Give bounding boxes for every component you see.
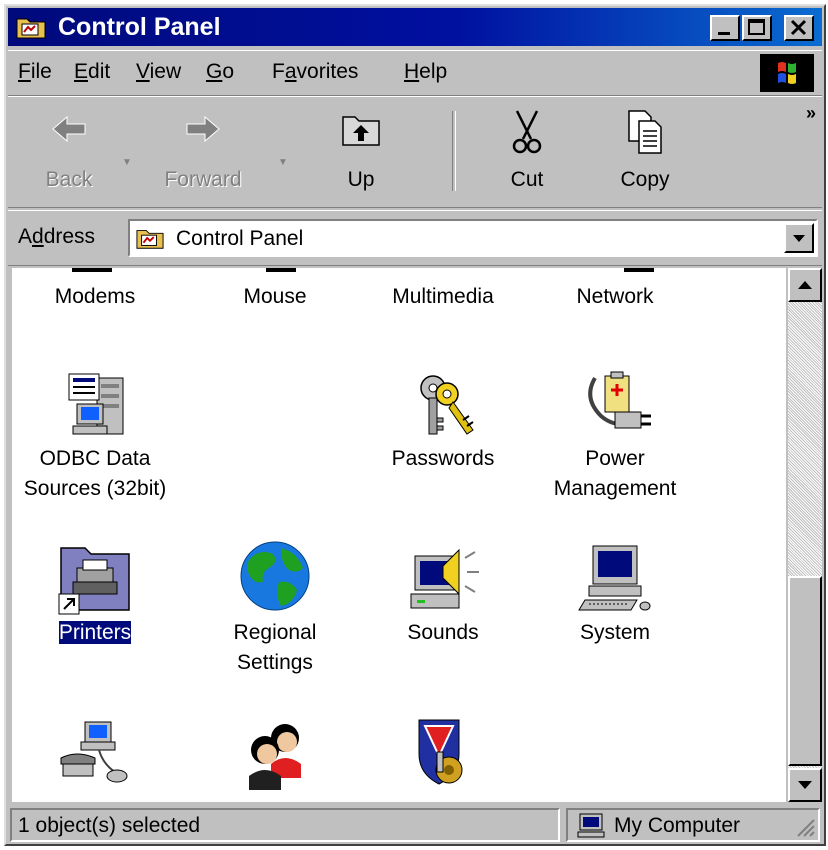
menu-favorites[interactable]: Favorites xyxy=(272,58,358,86)
odbc-icon xyxy=(55,364,135,444)
item-printers[interactable]: Printers xyxy=(20,538,170,648)
maximize-button[interactable] xyxy=(742,15,772,41)
my-computer-icon xyxy=(577,813,605,838)
menu-bar: File Edit View Go Favorites Help xyxy=(8,50,822,96)
chevron-down-icon xyxy=(798,781,812,789)
item-mouse[interactable]: Mouse xyxy=(200,282,350,312)
icon-fragment xyxy=(266,268,296,272)
status-zone: My Computer xyxy=(566,808,820,842)
minimize-button[interactable] xyxy=(710,15,740,41)
icon-view: Modems Mouse Multimedia Network ODBC Dat… xyxy=(12,268,786,802)
resize-grip-icon[interactable] xyxy=(794,816,816,838)
item-odbc[interactable]: ODBC Data Sources (32bit) xyxy=(20,364,170,504)
toolbar-more-chevron[interactable]: » xyxy=(806,103,816,124)
address-label: Address xyxy=(18,225,96,248)
close-icon xyxy=(790,19,807,36)
back-arrow-icon xyxy=(52,115,86,143)
shield-icon xyxy=(403,714,483,794)
copy-icon xyxy=(628,110,662,154)
back-button[interactable]: Back xyxy=(24,105,114,197)
copy-button[interactable]: Copy xyxy=(600,105,690,197)
standard-toolbar: Back ▼ Forward ▼ Up Cut Copy » xyxy=(8,96,822,208)
item-modems[interactable]: Modems xyxy=(20,282,170,312)
status-bar: 1 object(s) selected My Computer xyxy=(8,808,822,844)
selected-label: Printers xyxy=(57,620,133,645)
telephony-icon xyxy=(55,714,135,794)
menu-view[interactable]: View xyxy=(136,58,181,86)
menu-go[interactable]: Go xyxy=(206,58,234,86)
item-power-management[interactable]: Power Management xyxy=(540,364,690,504)
status-selection: 1 object(s) selected xyxy=(10,808,560,842)
vertical-scrollbar[interactable] xyxy=(788,268,822,802)
windows-logo-throbber xyxy=(760,54,814,92)
users-icon xyxy=(235,714,315,794)
keys-icon xyxy=(403,364,483,444)
control-panel-window: Control Panel File Edit View Go Favorite… xyxy=(4,4,826,846)
item-telephony[interactable] xyxy=(20,714,170,794)
icon-fragment xyxy=(72,268,112,272)
close-button[interactable] xyxy=(784,15,814,41)
forward-button[interactable]: Forward xyxy=(158,105,248,197)
control-panel-icon xyxy=(136,230,164,249)
address-input[interactable]: Control Panel xyxy=(128,219,818,257)
scissors-icon xyxy=(512,110,542,154)
scroll-down-button[interactable] xyxy=(788,768,822,802)
up-folder-icon xyxy=(342,116,380,146)
item-regional-settings[interactable]: Regional Settings xyxy=(200,538,350,678)
globe-icon xyxy=(235,538,315,618)
item-passwords[interactable]: Passwords xyxy=(368,364,518,474)
menu-edit[interactable]: Edit xyxy=(74,58,110,86)
address-dropdown-button[interactable] xyxy=(784,223,814,253)
chevron-up-icon xyxy=(798,281,812,289)
computer-icon xyxy=(575,538,655,618)
forward-dropdown[interactable]: ▼ xyxy=(278,157,288,168)
minimize-icon xyxy=(718,32,730,35)
back-dropdown[interactable]: ▼ xyxy=(122,157,132,168)
menu-help[interactable]: Help xyxy=(404,58,447,86)
item-multimedia[interactable]: Multimedia xyxy=(368,282,518,312)
printers-folder-icon xyxy=(55,538,135,618)
item-system[interactable]: System xyxy=(540,538,690,648)
up-button[interactable]: Up xyxy=(316,105,406,197)
control-panel-icon xyxy=(16,18,46,39)
address-value: Control Panel xyxy=(176,227,304,250)
icon-fragment xyxy=(624,268,654,272)
windows-logo-icon xyxy=(778,62,796,84)
scroll-up-button[interactable] xyxy=(788,268,822,302)
speaker-icon xyxy=(403,538,483,618)
item-network[interactable]: Network xyxy=(540,282,690,312)
maximize-icon xyxy=(748,19,765,35)
toolbar-separator xyxy=(452,111,456,191)
window-title: Control Panel xyxy=(58,13,221,41)
cut-button[interactable]: Cut xyxy=(482,105,572,197)
item-virus-protection[interactable] xyxy=(368,714,518,794)
power-icon xyxy=(575,364,655,444)
chevron-down-icon xyxy=(793,235,805,242)
item-sounds[interactable]: Sounds xyxy=(368,538,518,648)
forward-arrow-icon xyxy=(186,115,220,143)
address-bar: Address Control Panel xyxy=(8,210,822,266)
menu-file[interactable]: File xyxy=(18,58,52,86)
title-bar[interactable]: Control Panel xyxy=(8,8,822,46)
item-users[interactable] xyxy=(200,714,350,794)
scroll-thumb[interactable] xyxy=(788,576,822,766)
